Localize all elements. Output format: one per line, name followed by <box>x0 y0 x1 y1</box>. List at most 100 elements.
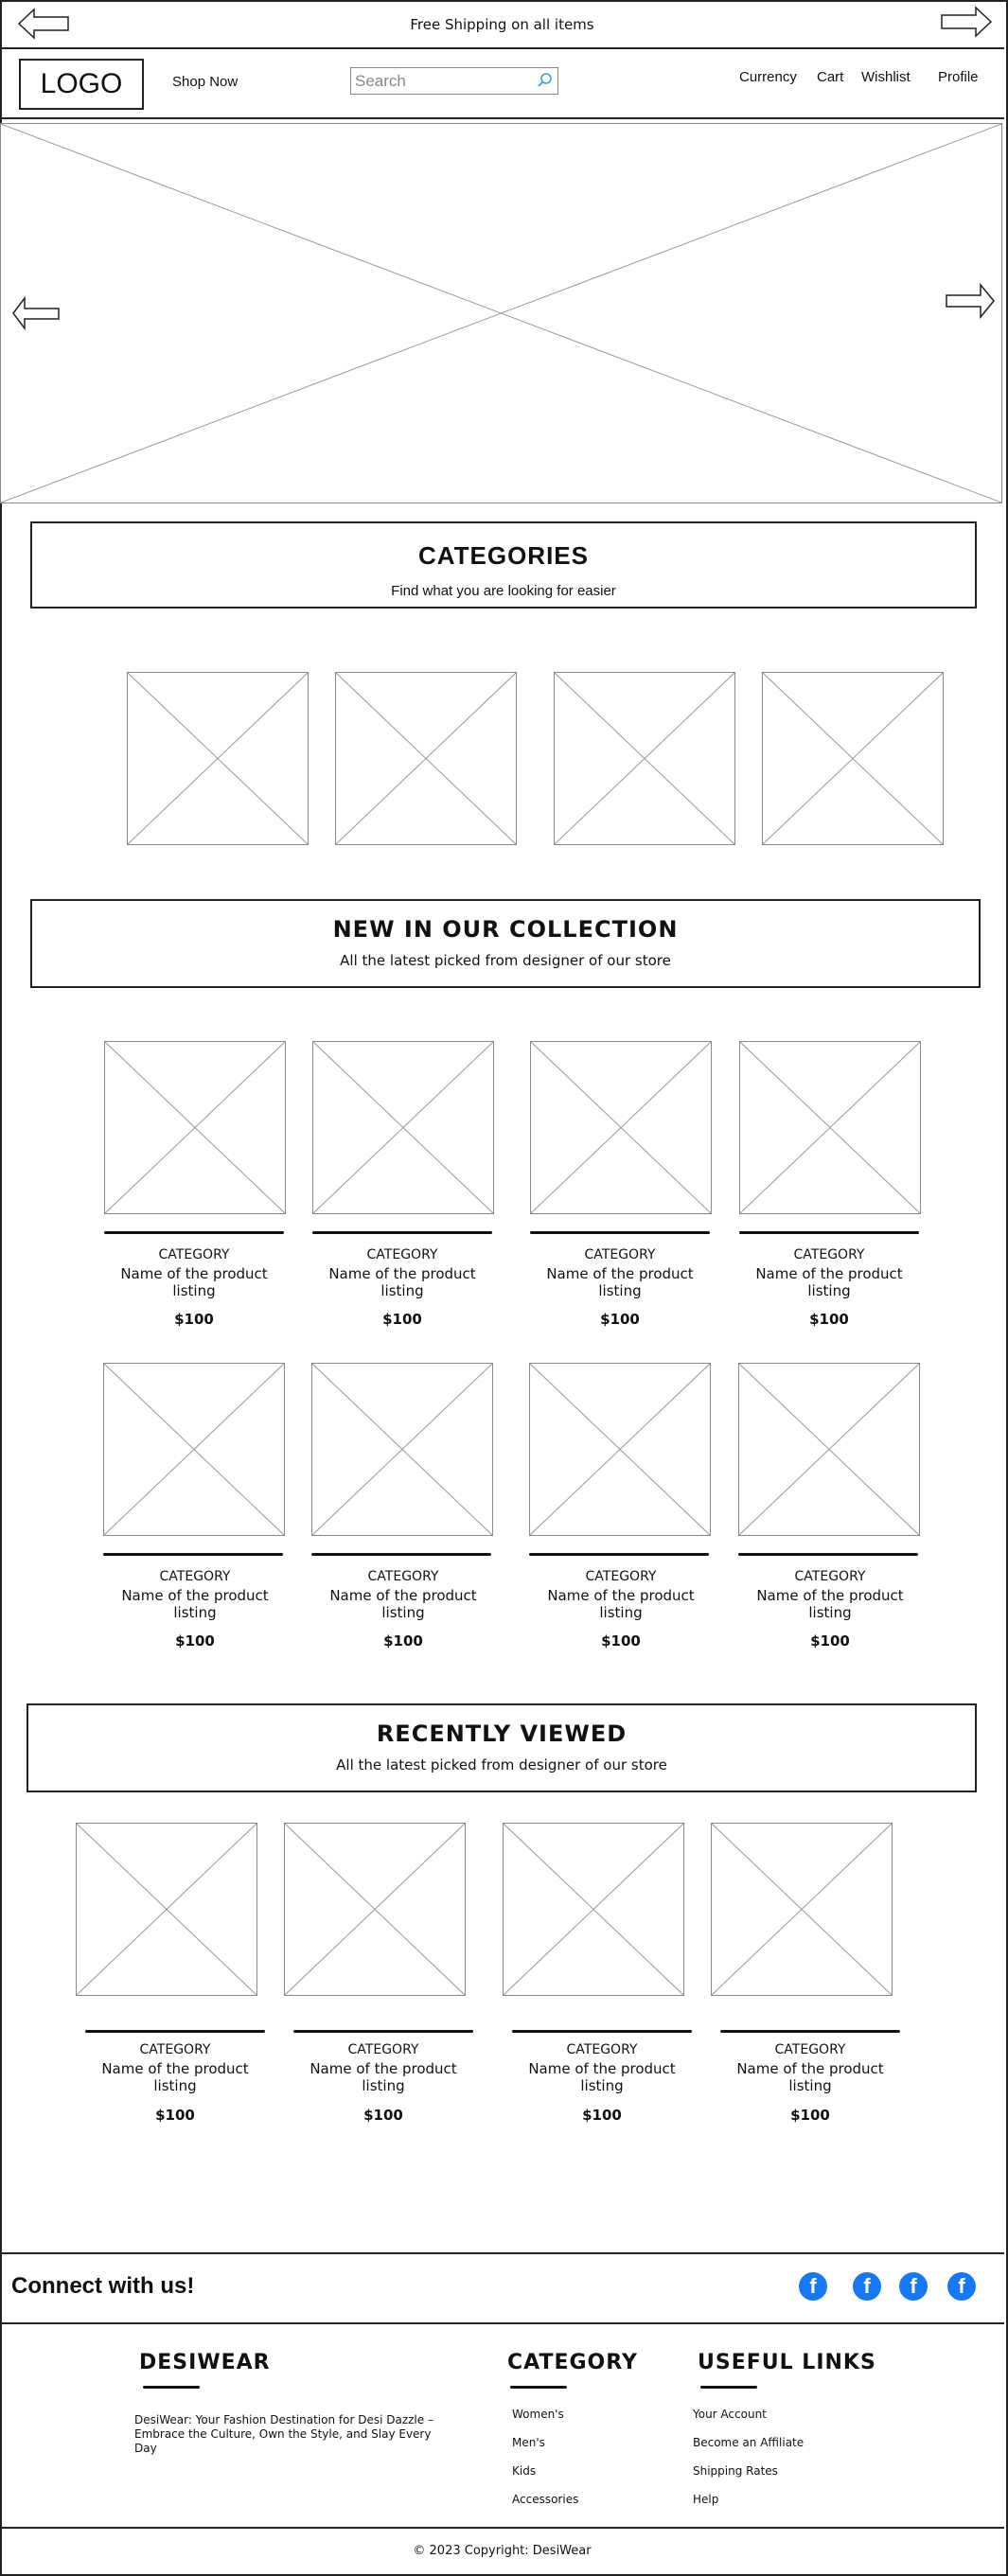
search-icon[interactable] <box>537 72 554 89</box>
product-price: $100 <box>155 2107 195 2124</box>
product-price: $100 <box>363 2107 403 2124</box>
product-category: CATEGORY <box>366 1247 438 1262</box>
nav-currency[interactable]: Currency <box>739 69 797 85</box>
product-name[interactable]: Name of the product listing <box>530 1265 710 1299</box>
recently-viewed-subtitle: All the latest picked from designer of o… <box>336 1756 667 1773</box>
product-image[interactable] <box>284 1823 466 1996</box>
product-image[interactable] <box>76 1823 257 1996</box>
hero-prev-arrow-icon[interactable] <box>11 295 61 331</box>
footer-useful-links-underline <box>700 2386 757 2389</box>
product-underline <box>85 2030 265 2033</box>
footer-link-shipping-rates[interactable]: Shipping Rates <box>693 2464 778 2478</box>
footer-category-title: CATEGORY <box>507 2351 638 2374</box>
facebook-icon[interactable]: f <box>799 2272 827 2301</box>
product-image[interactable] <box>530 1041 712 1214</box>
product-underline <box>720 2030 900 2033</box>
facebook-icon[interactable]: f <box>899 2272 928 2301</box>
new-collection-title: NEW IN OUR COLLECTION <box>332 916 679 943</box>
product-image[interactable] <box>311 1363 493 1536</box>
product-price: $100 <box>175 1632 215 1650</box>
footer-link-kids[interactable]: Kids <box>512 2464 536 2478</box>
product-category: CATEGORY <box>139 2042 211 2057</box>
product-image[interactable] <box>739 1041 921 1214</box>
category-image[interactable] <box>127 672 309 845</box>
facebook-icon[interactable]: f <box>853 2272 881 2301</box>
product-category: CATEGORY <box>774 2042 846 2057</box>
footer-useful-links-title: USEFUL LINKS <box>698 2351 876 2374</box>
footer-link-become-affiliate[interactable]: Become an Affiliate <box>693 2436 804 2449</box>
product-price: $100 <box>582 2107 622 2124</box>
logo[interactable]: LOGO <box>19 59 144 110</box>
product-price: $100 <box>601 1632 641 1650</box>
product-price: $100 <box>383 1632 423 1650</box>
category-image[interactable] <box>554 672 735 845</box>
new-collection-subtitle: All the latest picked from designer of o… <box>340 952 671 969</box>
search-input[interactable]: Search <box>350 67 558 95</box>
recently-viewed-header-box <box>27 1703 977 1792</box>
product-image[interactable] <box>529 1363 711 1536</box>
product-name[interactable]: Name of the product listing <box>104 1265 284 1299</box>
product-underline <box>104 1231 284 1234</box>
announcement-next-arrow-icon[interactable] <box>940 6 993 38</box>
footer-brand-title: DESIWEAR <box>139 2351 271 2374</box>
categories-subtitle: Find what you are looking for easier <box>391 583 616 599</box>
product-underline <box>103 1553 283 1556</box>
facebook-icon[interactable]: f <box>947 2272 976 2301</box>
product-image[interactable] <box>503 1823 684 1996</box>
hero-next-arrow-icon[interactable] <box>945 282 996 320</box>
product-name[interactable]: Name of the product listing <box>313 1587 493 1621</box>
product-underline <box>512 2030 692 2033</box>
product-category: CATEGORY <box>566 2042 638 2057</box>
product-name[interactable]: Name of the product listing <box>512 2060 692 2094</box>
connect-title: Connect with us! <box>11 2273 195 2299</box>
product-underline <box>312 1231 492 1234</box>
product-underline <box>739 1231 919 1234</box>
nav-profile[interactable]: Profile <box>938 69 979 85</box>
copyright-text: © 2023 Copyright: DesiWear <box>413 2544 592 2558</box>
nav-cart[interactable]: Cart <box>817 69 843 85</box>
product-underline <box>530 1231 710 1234</box>
product-image[interactable] <box>103 1363 285 1536</box>
announcement-text: Free Shipping on all items <box>410 16 594 33</box>
footer-brand-underline <box>143 2386 200 2389</box>
product-underline <box>311 1553 491 1556</box>
footer-link-help[interactable]: Help <box>693 2493 718 2506</box>
product-name[interactable]: Name of the product listing <box>293 2060 473 2094</box>
product-name[interactable]: Name of the product listing <box>105 1587 285 1621</box>
product-name[interactable]: Name of the product listing <box>720 2060 900 2094</box>
product-image[interactable] <box>711 1823 893 1996</box>
product-category: CATEGORY <box>159 1569 231 1584</box>
product-name[interactable]: Name of the product listing <box>531 1587 711 1621</box>
product-name[interactable]: Name of the product listing <box>312 1265 492 1299</box>
product-underline <box>529 1553 709 1556</box>
product-name[interactable]: Name of the product listing <box>85 2060 265 2094</box>
hero-banner-image <box>0 123 1002 503</box>
category-image[interactable] <box>335 672 517 845</box>
product-image[interactable] <box>104 1041 286 1214</box>
categories-title: CATEGORIES <box>418 541 589 570</box>
shop-now-link[interactable]: Shop Now <box>172 74 238 90</box>
product-name[interactable]: Name of the product listing <box>739 1265 919 1299</box>
product-category: CATEGORY <box>585 1569 657 1584</box>
product-underline <box>738 1553 918 1556</box>
new-collection-header-box <box>30 899 981 988</box>
product-price: $100 <box>600 1311 640 1328</box>
category-image[interactable] <box>762 672 944 845</box>
product-category: CATEGORY <box>347 2042 419 2057</box>
footer-link-womens[interactable]: Women's <box>512 2408 564 2421</box>
product-price: $100 <box>382 1311 422 1328</box>
footer-link-accessories[interactable]: Accessories <box>512 2493 578 2506</box>
product-category: CATEGORY <box>158 1247 230 1262</box>
product-category: CATEGORY <box>793 1247 865 1262</box>
product-image[interactable] <box>738 1363 920 1536</box>
nav-wishlist[interactable]: Wishlist <box>861 69 911 85</box>
product-price: $100 <box>810 1632 850 1650</box>
footer-category-underline <box>510 2386 567 2389</box>
product-name[interactable]: Name of the product listing <box>740 1587 920 1621</box>
footer-link-mens[interactable]: Men's <box>512 2436 545 2449</box>
product-price: $100 <box>809 1311 849 1328</box>
product-image[interactable] <box>312 1041 494 1214</box>
footer-link-your-account[interactable]: Your Account <box>693 2408 767 2421</box>
product-price: $100 <box>174 1311 214 1328</box>
product-category: CATEGORY <box>367 1569 439 1584</box>
